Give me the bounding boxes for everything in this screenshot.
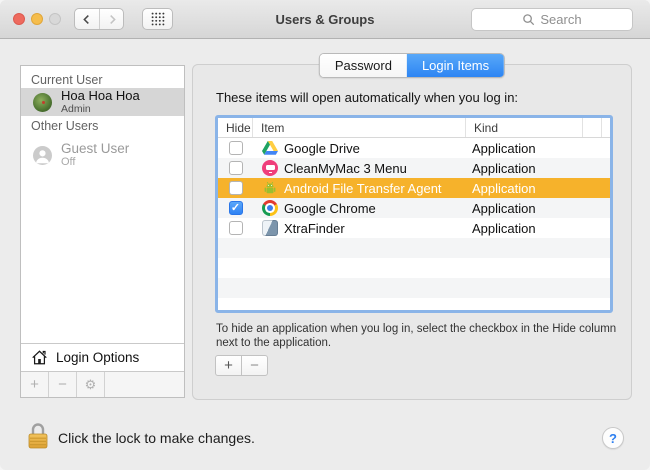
user-role: Admin	[61, 103, 140, 115]
users-groups-window: Users & Groups Search Current User Hoa H…	[0, 0, 650, 470]
xtrafinder-icon	[262, 220, 278, 236]
table-row[interactable]: CleanMyMac 3 Menu Application	[218, 158, 610, 178]
login-items-intro: These items will open automatically when…	[216, 90, 518, 105]
hide-checkbox[interactable]	[229, 161, 243, 175]
sidebar-toolbar: + − ⚙	[21, 371, 184, 397]
house-icon	[31, 349, 48, 366]
empty-row	[218, 278, 610, 298]
login-items-panel: Password Login Items These items will op…	[192, 64, 632, 400]
forward-button[interactable]	[99, 9, 123, 29]
empty-row	[218, 238, 610, 258]
item-name: Google Drive	[284, 141, 360, 156]
item-name: CleanMyMac 3 Menu	[284, 161, 407, 176]
close-button[interactable]	[13, 13, 25, 25]
sidebar-item-current-user[interactable]: Hoa Hoa Hoa Admin	[21, 88, 184, 116]
current-user-header: Current User	[31, 73, 103, 87]
title-bar: Users & Groups Search	[0, 0, 650, 39]
other-users-header: Other Users	[31, 119, 98, 133]
item-kind: Application	[466, 221, 583, 236]
remove-user-button[interactable]: −	[49, 372, 77, 397]
google-chrome-icon	[262, 200, 278, 216]
empty-row	[218, 258, 610, 278]
zoom-button[interactable]	[49, 13, 61, 25]
table-row[interactable]: Android File Transfer Agent Application	[218, 178, 610, 198]
login-options-button[interactable]: Login Options	[21, 343, 184, 371]
guest-name: Guest User	[61, 142, 129, 156]
hide-checkbox[interactable]	[229, 181, 243, 195]
hide-column-note: To hide an application when you log in, …	[216, 322, 640, 350]
item-name: Google Chrome	[284, 201, 376, 216]
add-item-button[interactable]: +	[215, 355, 242, 376]
tab-login-items[interactable]: Login Items	[407, 54, 504, 77]
hide-checkbox[interactable]	[229, 141, 243, 155]
tab-bar: Password Login Items	[319, 53, 505, 78]
minimize-button[interactable]	[31, 13, 43, 25]
remove-item-button[interactable]: −	[241, 355, 268, 376]
item-kind: Application	[466, 141, 583, 156]
show-all-button[interactable]	[142, 8, 173, 30]
column-header-extra	[583, 118, 602, 137]
table-rows: Google Drive Application CleanMyMac 3 Me…	[218, 138, 610, 310]
column-header-end	[602, 118, 610, 137]
item-name: Android File Transfer Agent	[284, 181, 442, 196]
table-row[interactable]: XtraFinder Application	[218, 218, 610, 238]
back-button[interactable]	[75, 9, 99, 29]
column-header-kind[interactable]: Kind	[466, 118, 583, 137]
google-drive-icon	[262, 140, 278, 156]
lock-message: Click the lock to make changes.	[58, 430, 255, 446]
dots-grid-icon	[151, 12, 165, 26]
search-input[interactable]: Search	[471, 8, 633, 31]
user-avatar	[33, 93, 52, 112]
column-header-hide[interactable]: Hide	[218, 118, 253, 137]
android-icon	[262, 180, 278, 196]
hide-checkbox[interactable]	[229, 221, 243, 235]
empty-row	[218, 298, 610, 313]
user-list-sidebar: Current User Hoa Hoa Hoa Admin Other Use…	[20, 65, 185, 398]
user-actions-gear-button[interactable]: ⚙	[77, 372, 105, 397]
nav-button-group	[74, 8, 124, 30]
item-kind: Application	[466, 181, 583, 196]
hide-checkbox[interactable]	[229, 201, 243, 215]
search-icon	[522, 13, 535, 26]
guest-status: Off	[61, 156, 129, 168]
table-row[interactable]: Google Drive Application	[218, 138, 610, 158]
item-kind: Application	[466, 201, 583, 216]
user-name: Hoa Hoa Hoa	[61, 89, 140, 103]
help-button[interactable]: ?	[602, 427, 624, 449]
item-kind: Application	[466, 161, 583, 176]
cleanmymac-icon	[262, 160, 278, 176]
search-placeholder: Search	[540, 12, 581, 27]
table-header: Hide Item Kind	[218, 118, 610, 138]
lock-icon[interactable]	[25, 420, 51, 457]
chevron-left-icon	[80, 12, 94, 27]
login-items-table: Hide Item Kind	[215, 115, 613, 313]
add-user-button[interactable]: +	[21, 372, 49, 397]
sidebar-item-guest-user[interactable]: Guest User Off	[21, 139, 184, 171]
item-name: XtraFinder	[284, 221, 345, 236]
tab-password[interactable]: Password	[320, 54, 407, 77]
chevron-right-icon	[105, 12, 119, 27]
column-header-item[interactable]: Item	[253, 118, 466, 137]
item-buttons: + −	[215, 355, 268, 376]
table-row[interactable]: Google Chrome Application	[218, 198, 610, 218]
login-options-label: Login Options	[56, 350, 139, 365]
guest-avatar-icon	[33, 146, 52, 165]
